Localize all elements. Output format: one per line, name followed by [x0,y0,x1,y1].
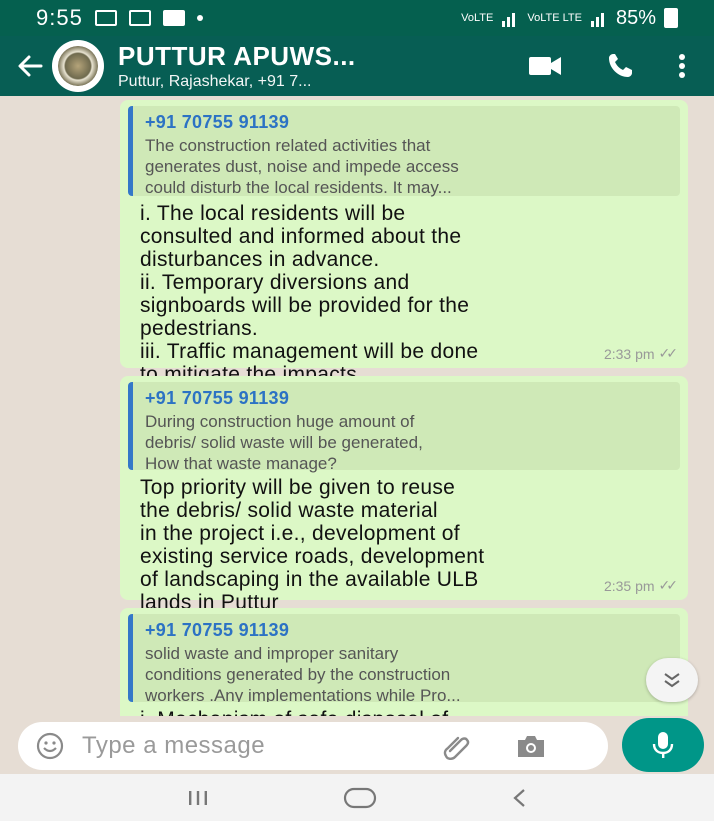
video-call-icon [529,57,561,75]
back-nav-icon[interactable] [511,787,527,809]
message-bubble-2[interactable]: +91 70755 91139 During construction huge… [120,376,688,614]
quote-sender: +91 70755 91139 [145,620,290,640]
message-text: i. Mechanism of safe disposal of [128,702,680,716]
quote-text: solid waste and improper sanitary condit… [145,644,461,702]
quote-sender: +91 70755 91139 [145,112,290,132]
emoji-icon[interactable] [36,732,64,760]
message-meta: 2:35 pm ✓✓ [603,577,679,594]
double-check-icon: ✓✓ [658,345,679,361]
chat-area[interactable]: +91 70755 91139 The construction related… [0,96,714,716]
message-bubble-3[interactable]: +91 70755 91139 solid waste and improper… [120,608,688,716]
gallery-notification-icon [94,10,117,26]
message-input-box[interactable] [18,722,608,770]
message-time: 2:33 pm [603,345,655,362]
video-call-button[interactable] [528,55,562,77]
signal-icon-1 [502,13,516,27]
battery-percent: 85% [615,6,656,29]
signal-icon-2 [590,13,604,27]
voice-call-button[interactable] [606,52,634,80]
android-nav-bar [0,774,714,821]
facebook-notification-icon [162,10,185,26]
quoted-message-1[interactable]: +91 70755 91139 The construction related… [128,106,680,197]
message-bubble-1[interactable]: +91 70755 91139 The construction related… [120,100,688,386]
more-options-button[interactable] [678,53,686,79]
group-avatar[interactable] [52,40,104,92]
phone-icon [609,54,632,77]
microphone-icon [652,732,674,758]
message-text: i. The local residents will be consulted… [140,202,479,386]
back-arrow-icon [18,55,43,77]
message-meta: 2:33 pm ✓✓ [603,345,679,362]
input-bar [0,716,714,774]
quote-text: During construction huge amount of debri… [145,412,423,473]
quote-text: The construction related activities that… [145,136,459,197]
double-chevron-down-icon [664,673,680,688]
back-button[interactable] [10,46,50,86]
quote-sender: +91 70755 91139 [145,388,290,408]
chat-title: PUTTUR APUWS... [118,41,356,71]
quoted-message-3[interactable]: +91 70755 91139 solid waste and improper… [128,614,680,702]
status-time: 9:55 [36,5,83,30]
chat-header: PUTTUR APUWS... Puttur, Rajashekar, +91 … [0,36,714,96]
chat-title-block[interactable]: PUTTUR APUWS... Puttur, Rajashekar, +91 … [118,41,438,91]
voice-message-button[interactable] [622,718,704,772]
attach-icon[interactable] [442,731,472,761]
chat-participants: Puttur, Rajashekar, +91 7... [118,73,312,90]
scroll-to-bottom-button[interactable] [646,658,698,702]
message-time: 2:35 pm [603,577,655,594]
quoted-message-2[interactable]: +91 70755 91139 During construction huge… [128,382,680,473]
more-notifications-icon [196,15,203,21]
home-icon[interactable] [343,787,377,809]
double-check-icon: ✓✓ [658,577,679,593]
group-logo [58,46,98,86]
message-text: Top priority will be given to reuse the … [140,476,485,614]
more-vert-icon [679,54,685,78]
status-bar: 9:55 VoLTE VoLTE LTE 85% [0,0,714,36]
network-label-2: VoLTE LTE [527,11,582,24]
recent-apps-icon[interactable] [187,789,209,807]
network-label-1: VoLTE [461,11,494,24]
camera-icon[interactable] [516,733,546,759]
message-input[interactable] [82,732,402,760]
battery-icon [664,8,678,28]
screen-notification-icon [128,10,151,26]
